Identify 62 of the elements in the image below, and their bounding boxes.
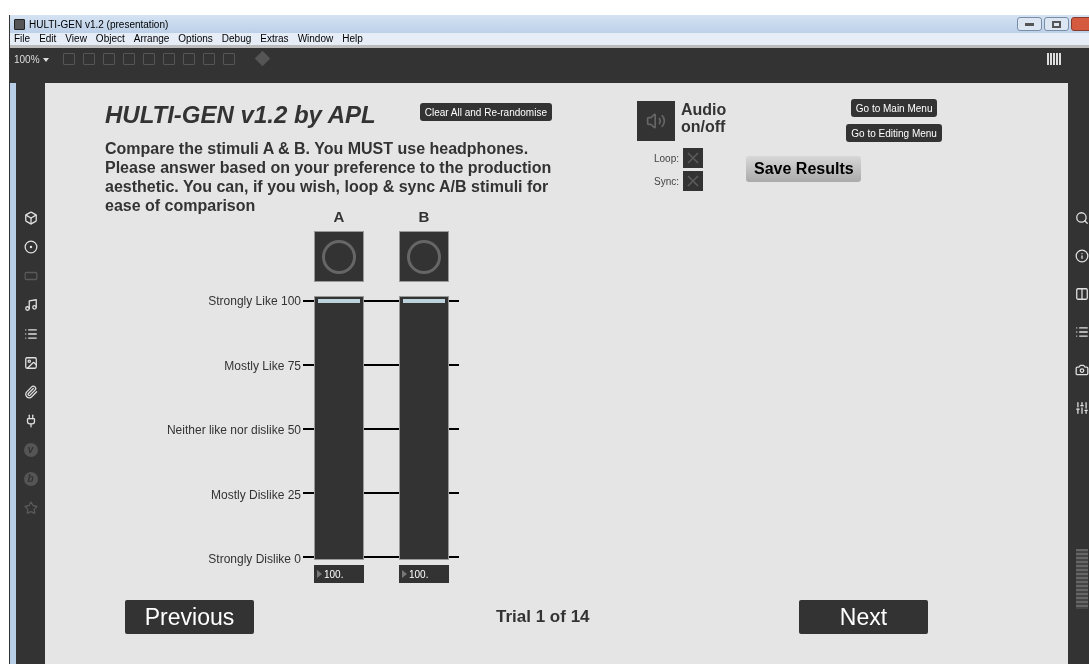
triangle-icon bbox=[402, 570, 407, 578]
menu-item[interactable]: Help bbox=[342, 34, 363, 44]
menu-item[interactable]: Edit bbox=[39, 34, 57, 44]
menu-item[interactable]: File bbox=[14, 34, 31, 44]
scale-label: Strongly Like 100 bbox=[208, 294, 301, 308]
number-box[interactable]: 100. bbox=[314, 565, 364, 583]
slider-thumb[interactable] bbox=[318, 299, 360, 303]
app-icon bbox=[14, 18, 25, 30]
rating-slider[interactable] bbox=[314, 296, 364, 560]
scale-label: Neither like nor dislike 50 bbox=[166, 423, 301, 437]
level-meter bbox=[1076, 549, 1088, 609]
search-icon[interactable] bbox=[1075, 211, 1089, 225]
menu-item[interactable]: Object bbox=[95, 34, 125, 44]
caret-icon bbox=[42, 57, 49, 62]
columns-icon[interactable] bbox=[1075, 287, 1089, 301]
stimulus-label: B bbox=[418, 209, 430, 225]
toggle-checkbox[interactable] bbox=[683, 171, 703, 191]
star-icon[interactable] bbox=[23, 501, 38, 515]
music-note-icon[interactable] bbox=[23, 298, 38, 312]
stimulus-label: A bbox=[333, 209, 345, 225]
menu-item[interactable]: View bbox=[65, 34, 87, 44]
window-title: HULTI-GEN v1.2 (presentation) bbox=[29, 17, 169, 32]
minimize-button[interactable] bbox=[1017, 17, 1042, 31]
rating-slider[interactable] bbox=[399, 296, 449, 560]
zoom-dropdown[interactable]: 100% bbox=[14, 52, 49, 67]
maximize-button[interactable] bbox=[1044, 17, 1069, 31]
clear-button[interactable]: Clear All and Re-randomise bbox=[419, 103, 552, 121]
triangle-icon bbox=[317, 570, 322, 578]
toggle-label: Loop: bbox=[652, 151, 679, 166]
cube-icon[interactable] bbox=[23, 211, 38, 225]
close-button[interactable] bbox=[1071, 17, 1089, 31]
next-button[interactable]: Next bbox=[799, 600, 928, 634]
menu-item[interactable]: Arrange bbox=[133, 34, 170, 44]
menu-button[interactable]: Go to Main Menu bbox=[850, 99, 938, 117]
number-box[interactable]: 100. bbox=[399, 565, 449, 583]
scale-label: Mostly Dislike 25 bbox=[210, 487, 301, 502]
grid-icon[interactable] bbox=[1047, 53, 1061, 65]
speaker-icon bbox=[646, 111, 666, 131]
image-icon[interactable] bbox=[23, 356, 38, 370]
page-title: HULTI-GEN v1.2 by APL bbox=[105, 101, 376, 129]
slider-thumb[interactable] bbox=[403, 299, 445, 303]
trial-counter: Trial 1 of 14 bbox=[496, 606, 591, 629]
save-results-button[interactable]: Save Results bbox=[746, 156, 862, 182]
scale-label: Mostly Like 75 bbox=[224, 358, 301, 373]
info-icon[interactable] bbox=[1075, 249, 1089, 263]
paperclip-icon[interactable] bbox=[23, 385, 38, 399]
play-button[interactable] bbox=[399, 231, 449, 282]
menu-item[interactable]: Window bbox=[297, 34, 334, 44]
list-icon[interactable] bbox=[1075, 325, 1089, 339]
audio-label: Audio on/off bbox=[681, 101, 727, 135]
target-icon[interactable] bbox=[23, 240, 38, 254]
camera-icon[interactable] bbox=[1075, 363, 1089, 377]
scale-label: Strongly Dislike 0 bbox=[208, 552, 301, 566]
mixer-icon[interactable] bbox=[1075, 401, 1089, 415]
previous-button[interactable]: Previous bbox=[125, 600, 254, 634]
toggle-checkbox[interactable] bbox=[683, 148, 703, 168]
menu-item[interactable]: Debug bbox=[221, 34, 252, 44]
menu-item[interactable]: Options bbox=[178, 34, 213, 44]
menu-button[interactable]: Go to Editing Menu bbox=[846, 124, 942, 142]
menu-item[interactable]: Extras bbox=[260, 34, 289, 44]
toggle-label: Sync: bbox=[653, 174, 679, 189]
play-button[interactable] bbox=[314, 231, 364, 282]
